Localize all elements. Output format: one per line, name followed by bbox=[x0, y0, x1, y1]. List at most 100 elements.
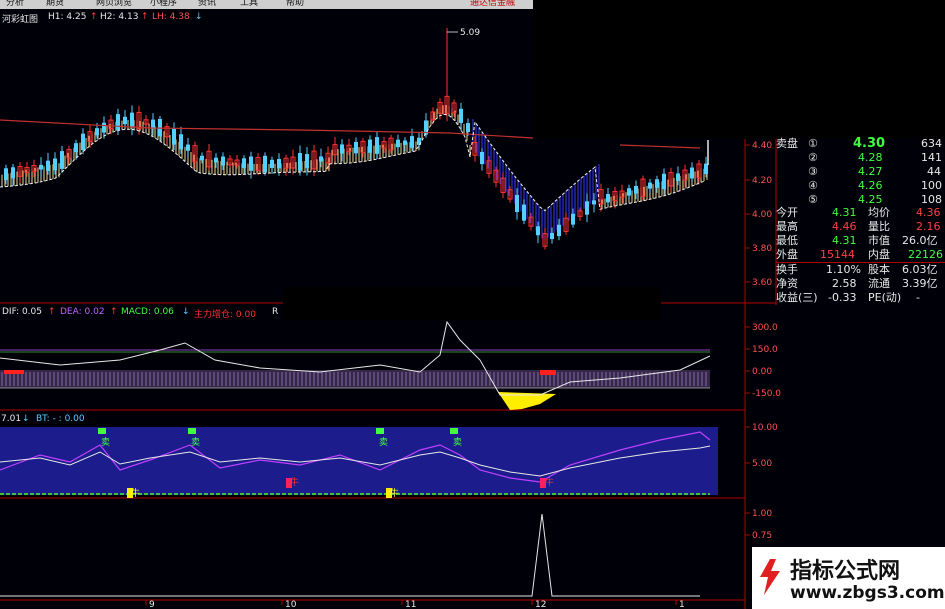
stat-label: 净资 bbox=[776, 277, 798, 290]
stat-value: 15144 bbox=[820, 248, 855, 261]
level-price: 4.26 bbox=[858, 179, 883, 192]
candle-body bbox=[186, 144, 190, 151]
candle-body bbox=[214, 157, 218, 163]
candle-body bbox=[522, 204, 526, 221]
macd-red-mark bbox=[4, 370, 24, 374]
stat-label: 换手 bbox=[776, 263, 798, 276]
candle-body bbox=[480, 151, 484, 165]
candle-body bbox=[515, 195, 519, 212]
buy-signal-3: 牛 bbox=[390, 489, 400, 499]
h1-label: H1: 4.25 bbox=[48, 12, 87, 22]
candle-body bbox=[571, 213, 575, 225]
candle-body bbox=[130, 112, 134, 128]
candle-body bbox=[662, 173, 666, 190]
stat-label: 市值 bbox=[868, 234, 890, 247]
macd-axis-label: 0.00 bbox=[752, 367, 772, 377]
candle-body bbox=[627, 188, 631, 196]
macd-red-mark bbox=[540, 370, 556, 375]
quote-stat-row: 最低 4.31 市值 26.0亿 bbox=[776, 234, 945, 248]
watermark-title: 指标公式网 bbox=[790, 559, 901, 584]
peak-price-label: 5.09 bbox=[460, 28, 481, 38]
stat-label: 内盘 bbox=[868, 248, 890, 261]
level-price: 4.25 bbox=[858, 193, 883, 206]
stat-value: 2.58 bbox=[832, 277, 857, 290]
bt-arrow-icon: ↓ bbox=[22, 414, 30, 424]
candle-body bbox=[536, 226, 540, 236]
candle-body bbox=[410, 136, 414, 148]
candle-body bbox=[102, 122, 106, 133]
candle-body bbox=[53, 158, 57, 171]
sell-marker bbox=[188, 428, 196, 434]
level-vol: 44 bbox=[927, 165, 941, 178]
bt-left-value: 7.01 bbox=[1, 414, 22, 424]
macd-axis-label: -150.0 bbox=[752, 389, 781, 399]
candle-body bbox=[396, 139, 400, 148]
level-no: ② bbox=[808, 151, 818, 164]
lh-arrow-icon: ↓ bbox=[195, 12, 203, 22]
long-ma-line bbox=[0, 119, 534, 139]
candle-body bbox=[172, 128, 176, 145]
price-axis-label: 3.60 bbox=[752, 278, 772, 288]
buy-signal-2: 牛 bbox=[290, 478, 300, 488]
stat-value: 2.16 bbox=[916, 220, 941, 233]
quote-level-row: ③ 4.27 44 bbox=[776, 165, 945, 179]
candle-body bbox=[298, 153, 302, 171]
candle-body bbox=[200, 155, 204, 161]
candle-body bbox=[305, 154, 309, 168]
price-axis-label: 4.20 bbox=[752, 176, 772, 186]
stat-value: -0.33 bbox=[828, 291, 857, 304]
candle-body bbox=[690, 167, 694, 179]
dif-arrow-icon: ↑ bbox=[48, 307, 56, 317]
quote-stat-row: 今开 4.31 均价 4.36 bbox=[776, 206, 945, 220]
candle-body bbox=[4, 168, 8, 181]
quote-panel: 卖盘 ① 4.30 634 ② 4.28 141 ③ 4.27 44 ④ 4.2… bbox=[776, 137, 945, 305]
quote-level-row: 卖盘 ① 4.30 634 bbox=[776, 137, 945, 151]
buy-signal-1: 牛 bbox=[131, 489, 141, 499]
candle-body bbox=[676, 173, 680, 181]
indicator-name: 河彩虹图 bbox=[2, 15, 39, 25]
candle-body bbox=[550, 232, 554, 240]
level-vol: 141 bbox=[921, 151, 942, 164]
buy-signal-4: 牛 bbox=[545, 478, 555, 488]
bt-axis-label: 5.00 bbox=[752, 459, 772, 469]
quote-stat-row: 净资 2.58 流通 3.39亿 bbox=[776, 277, 945, 291]
macd-axis-label: 300.0 bbox=[752, 323, 778, 333]
level-no: ① bbox=[808, 137, 818, 150]
price-axis-label: 4.40 bbox=[752, 141, 772, 151]
level-price: 4.27 bbox=[858, 165, 883, 178]
candle-body bbox=[242, 158, 246, 169]
dea-arrow-icon: ↑ bbox=[110, 307, 118, 317]
candle-body bbox=[123, 116, 127, 125]
stat-label: 外盘 bbox=[776, 248, 798, 261]
quote-level-row: ⑤ 4.25 108 bbox=[776, 193, 945, 207]
level-no: ③ bbox=[808, 165, 818, 178]
macd-arrow-icon: ↓ bbox=[182, 307, 190, 317]
level-no: ⑤ bbox=[808, 193, 818, 206]
level-price: 4.28 bbox=[858, 151, 883, 164]
candle-body bbox=[270, 159, 274, 169]
stat-label: 量比 bbox=[868, 220, 890, 233]
stat-value: 4.36 bbox=[916, 206, 941, 219]
quote-stat-row: 收益(三) -0.33 PE(动) - bbox=[776, 291, 945, 305]
candle-body bbox=[277, 158, 281, 169]
sell-signal-3: 卖 bbox=[379, 438, 389, 448]
sell-signal-4: 卖 bbox=[453, 438, 463, 448]
candle-body bbox=[634, 186, 638, 194]
x-axis-label: 10 bbox=[285, 600, 297, 609]
candle-body bbox=[39, 164, 43, 170]
price-axis-label: 3.80 bbox=[752, 244, 772, 254]
candle-body bbox=[354, 141, 358, 154]
stat-value: 26.0亿 bbox=[902, 234, 938, 247]
candle-body bbox=[368, 139, 372, 153]
level-vol: 100 bbox=[921, 179, 942, 192]
stat-label: 均价 bbox=[868, 206, 890, 219]
quote-stat-row: 最高 4.46 量比 2.16 bbox=[776, 220, 945, 234]
candle-body bbox=[116, 114, 120, 130]
watermark-url: www.zbgs3.com bbox=[790, 583, 945, 603]
candle-body bbox=[221, 156, 225, 166]
stat-value: 3.39亿 bbox=[902, 277, 938, 290]
stat-label: PE(动) bbox=[868, 291, 902, 304]
sell-signal-2: 卖 bbox=[191, 438, 201, 448]
sell-marker bbox=[450, 428, 458, 434]
h2-arrow-icon: ↑ bbox=[141, 12, 149, 22]
